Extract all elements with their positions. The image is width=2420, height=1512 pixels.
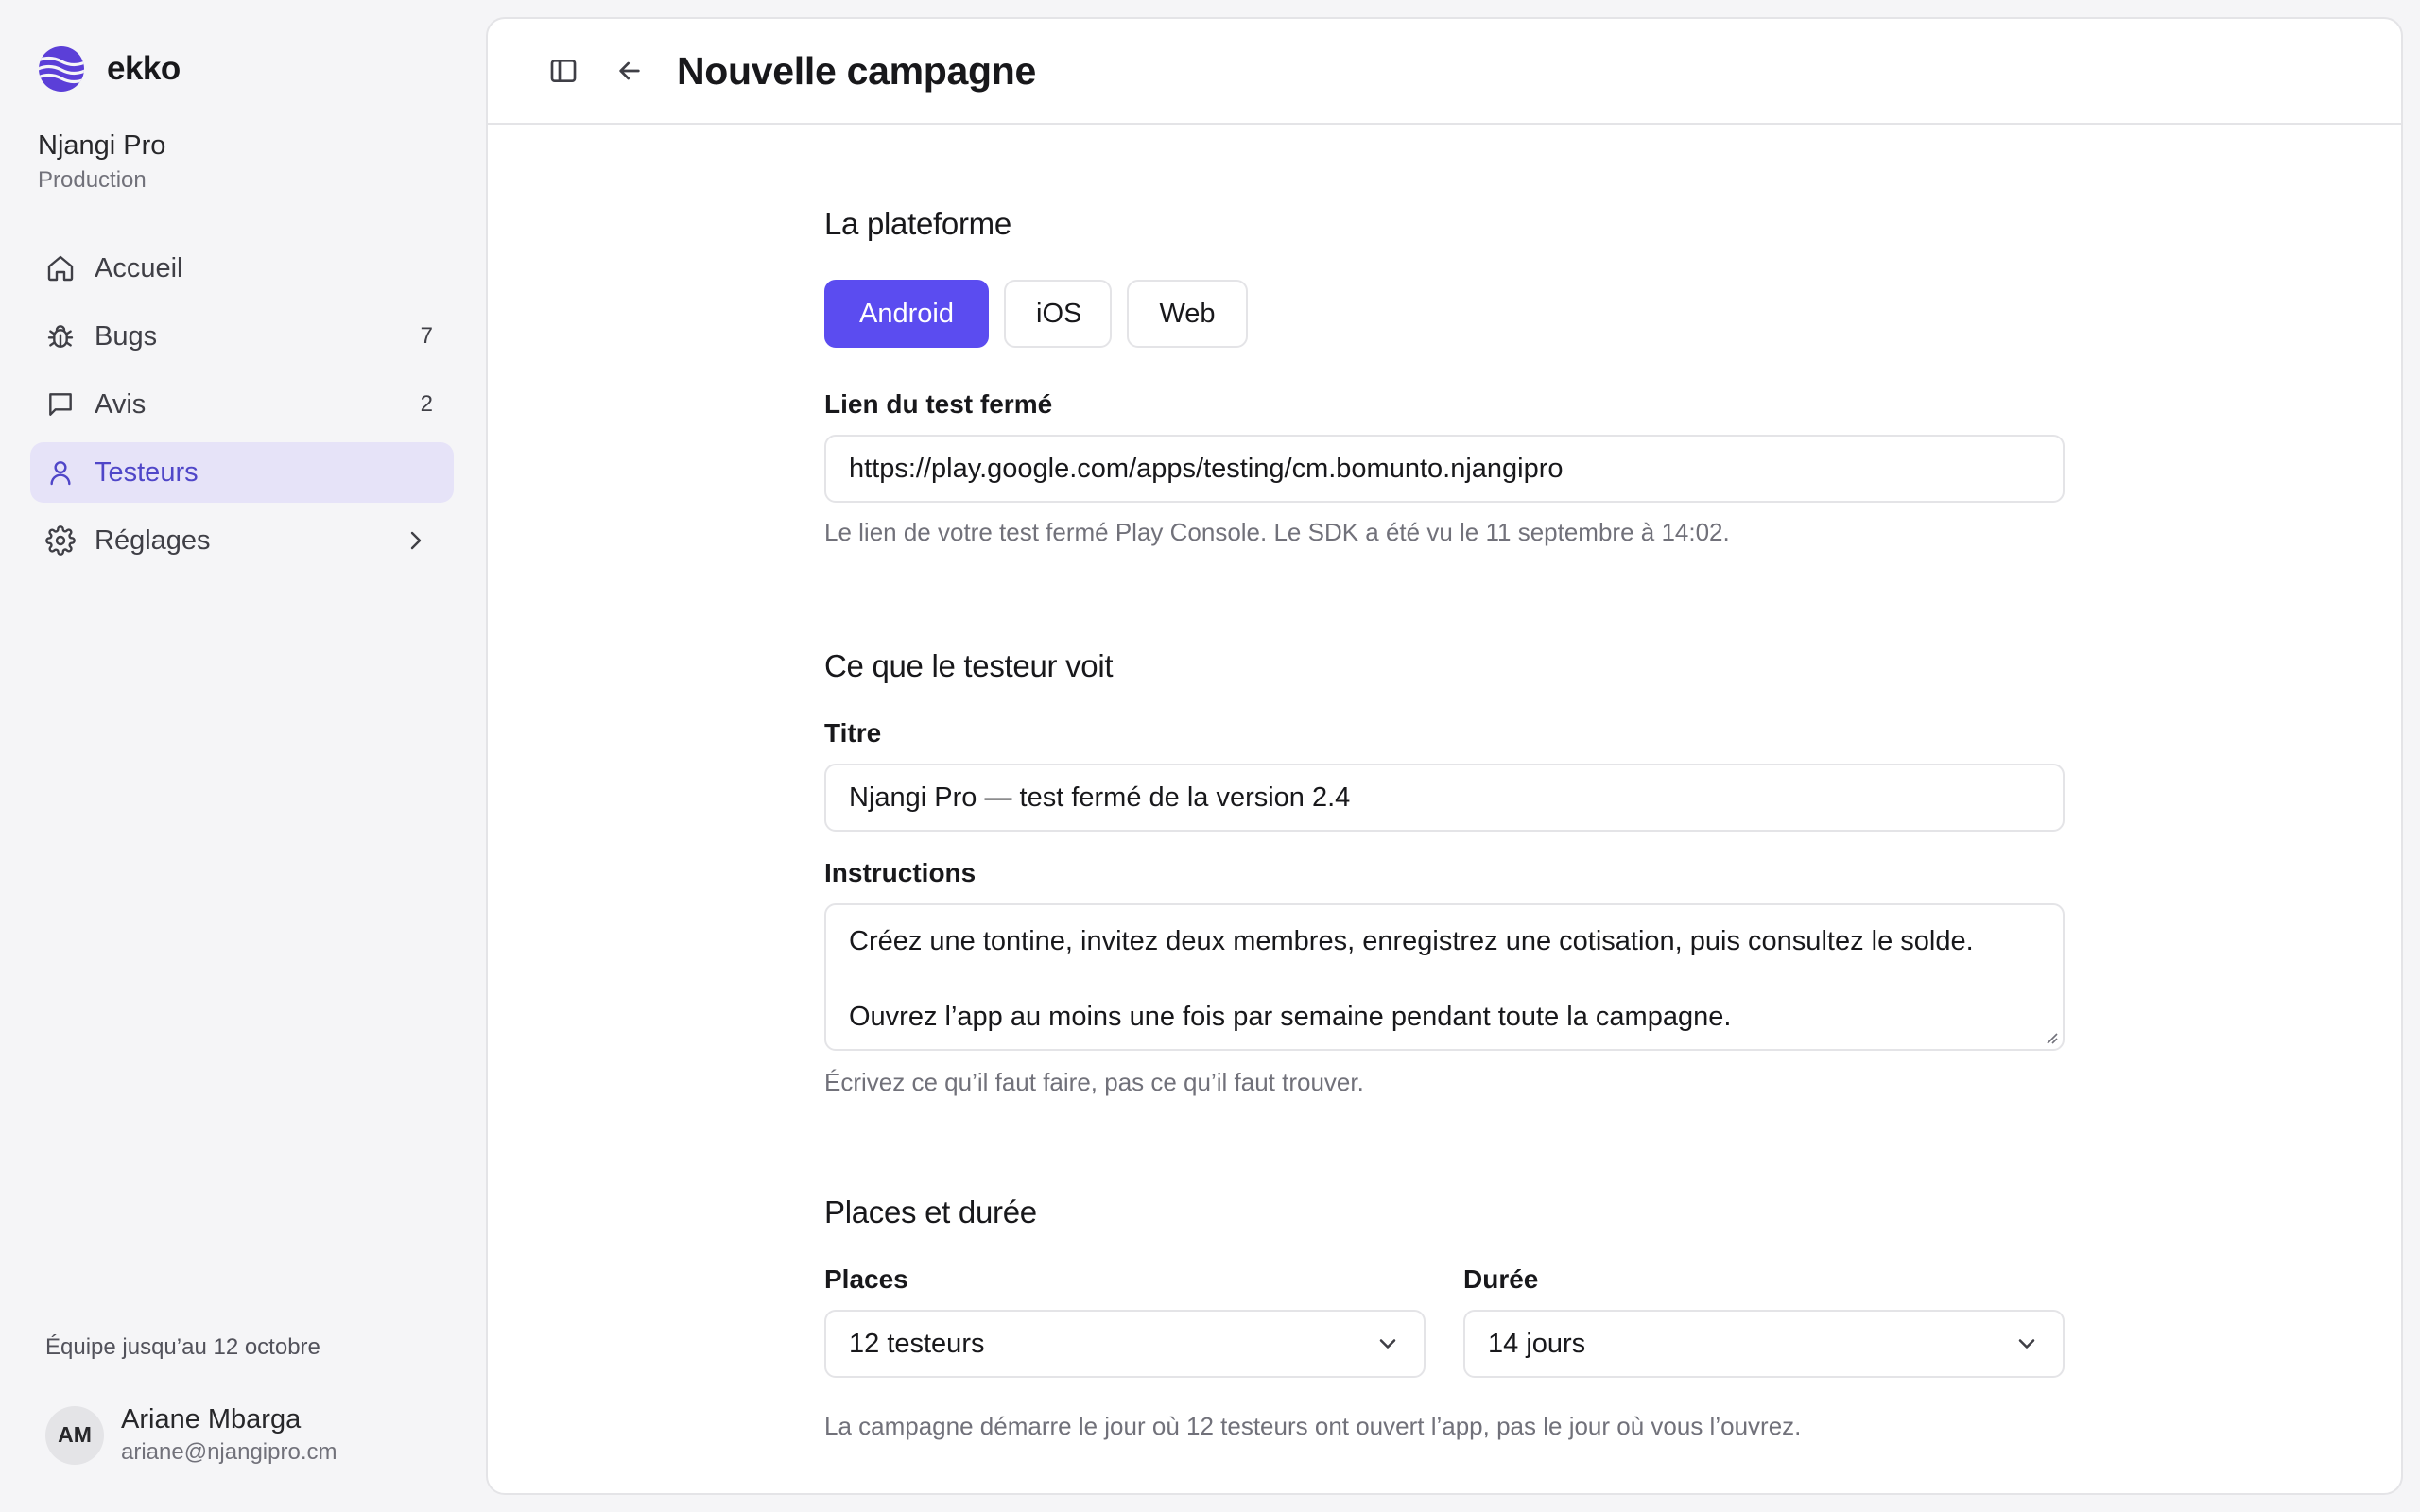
link-input[interactable]: https://play.google.com/apps/testing/cm.…	[824, 435, 2065, 503]
duration-select[interactable]: 14 jours	[1463, 1310, 2065, 1378]
org-name: Njangi Pro	[38, 130, 166, 161]
chevron-down-icon	[1379, 1339, 1396, 1349]
platform-ios-button[interactable]: iOS	[1004, 280, 1112, 348]
platform-section-title: La plateforme	[824, 206, 1011, 241]
sidebar-item-label: Réglages	[95, 524, 211, 556]
platform-android-button[interactable]: Android	[824, 280, 989, 348]
sidebar-item-testeurs[interactable]: Testeurs	[30, 442, 454, 503]
brand[interactable]: ekko	[38, 45, 181, 93]
user-profile[interactable]: AM Ariane Mbarga ariane@njangipro.cm	[45, 1404, 337, 1466]
places-select[interactable]: 12 testeurs	[824, 1310, 1426, 1378]
duration-value: 14 jours	[1488, 1328, 1586, 1359]
user-icon	[43, 455, 78, 490]
platform-web-button[interactable]: Web	[1127, 280, 1248, 348]
sidebar-item-avis[interactable]: Avis 2	[30, 374, 454, 435]
org-switcher[interactable]: Njangi Pro Production	[38, 130, 165, 194]
sidebar-item-accueil[interactable]: Accueil	[30, 238, 454, 299]
places-section-title: Places et durée	[824, 1194, 1037, 1229]
toggle-sidebar-button[interactable]	[544, 52, 582, 90]
sidebar-item-bugs[interactable]: Bugs 7	[30, 306, 454, 367]
sidebar-item-reglages[interactable]: Réglages	[30, 510, 454, 571]
arrow-left-icon	[619, 61, 640, 80]
user-email: ariane@njangipro.cm	[121, 1439, 337, 1465]
sidebar-item-label: Accueil	[95, 252, 183, 284]
sidebar-nav: Accueil Bugs 7 Avis 2 Testeurs Réglages	[30, 238, 454, 578]
ekko-logo-icon	[39, 46, 84, 92]
avatar: AM	[45, 1405, 104, 1465]
link-label: Lien du test fermé	[824, 389, 1053, 419]
page-title: Nouvelle campagne	[677, 48, 1036, 93]
places-label: Places	[824, 1264, 908, 1294]
chevron-down-icon	[2018, 1339, 2035, 1349]
back-button[interactable]	[611, 52, 648, 90]
sidebar-item-label: Bugs	[95, 320, 158, 352]
places-value: 12 testeurs	[849, 1328, 985, 1359]
sidebar: ekko Njangi Pro Production Accueil Bugs …	[0, 0, 484, 1512]
chevron-right-icon	[399, 524, 433, 558]
instructions-label: Instructions	[824, 858, 977, 887]
message-icon	[43, 387, 78, 421]
main-panel: Nouvelle campagne La plateforme Android …	[486, 17, 2403, 1495]
home-icon	[43, 251, 78, 285]
gear-icon	[43, 524, 78, 558]
brand-name: ekko	[107, 50, 181, 87]
instructions-line: Créez une tontine, invitez deux membres,…	[849, 926, 1974, 956]
org-env: Production	[38, 167, 147, 193]
sidebar-item-label: Testeurs	[95, 456, 199, 488]
instructions-textarea[interactable]: Créez une tontine, invitez deux membres,…	[824, 903, 2065, 1051]
resize-grip-icon[interactable]	[2042, 1028, 2059, 1045]
sidebar-toggle-icon	[550, 59, 577, 82]
title-label: Titre	[824, 718, 882, 747]
bugs-count-badge: 7	[420, 323, 433, 349]
instructions-hint: Écrivez ce qu’il faut faire, pas ce qu’i…	[824, 1068, 1364, 1096]
page-header: Nouvelle campagne	[488, 19, 2401, 125]
title-input[interactable]: Njangi Pro — test fermé de la version 2.…	[824, 764, 2065, 832]
user-info: Ariane Mbarga ariane@njangipro.cm	[121, 1404, 337, 1466]
duration-label: Durée	[1463, 1264, 1539, 1294]
link-hint: Le lien de votre test fermé Play Console…	[824, 518, 1730, 546]
instructions-line: Ouvrez l’app au moins une fois par semai…	[849, 1002, 1732, 1032]
platform-selector: Android iOS Web	[824, 280, 1248, 348]
user-name: Ariane Mbarga	[121, 1404, 302, 1435]
sidebar-item-label: Avis	[95, 388, 147, 420]
bug-icon	[43, 319, 78, 353]
tester-view-section-title: Ce que le testeur voit	[824, 648, 1114, 683]
team-expiry-note: Équipe jusqu’au 12 octobre	[45, 1334, 320, 1360]
avis-count-badge: 2	[420, 391, 433, 417]
places-hint: La campagne démarre le jour où 12 testeu…	[824, 1412, 1802, 1440]
